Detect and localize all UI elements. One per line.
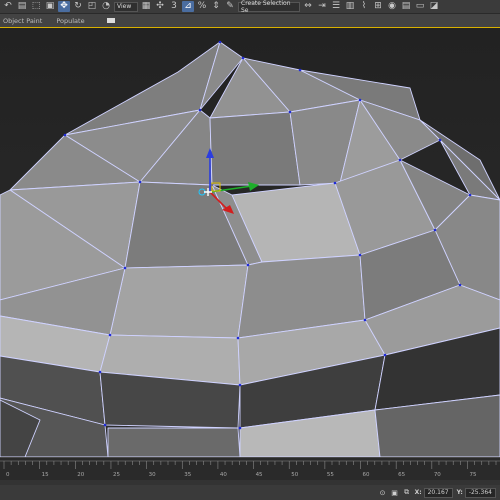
timeline-tick-label: 45: [256, 472, 263, 478]
named-selection-placeholder: Create Selection Se: [241, 0, 291, 14]
reference-coordinate-dropdown[interactable]: View: [114, 1, 138, 12]
rectangle-selection-icon[interactable]: ⬚: [30, 1, 42, 12]
window-crossing-icon[interactable]: ▣: [44, 1, 56, 12]
perspective-viewport[interactable]: [0, 28, 500, 457]
coordinate-y: Y: -25.364: [456, 487, 496, 498]
render-production-icon[interactable]: ◪: [428, 1, 440, 12]
named-selection-dropdown[interactable]: Create Selection Se: [238, 0, 300, 14]
render-setup-icon[interactable]: ▤: [400, 1, 412, 12]
timeline-tick-label: 55: [327, 472, 334, 478]
timeline-tick-label: 0: [6, 472, 10, 478]
schematic-view-icon[interactable]: ⊞: [372, 1, 384, 12]
select-and-move-icon[interactable]: ✥: [58, 1, 70, 12]
timeline-tick-label: 35: [184, 472, 191, 478]
ribbon-collapse-icon[interactable]: [106, 18, 115, 23]
select-and-rotate-icon[interactable]: ↻: [72, 1, 84, 12]
curve-editor-icon[interactable]: ⌇: [358, 1, 370, 12]
timeline-ruler: 0 15 20 25 30 35 40 45 50 55 60 65 70 75: [0, 460, 500, 486]
snaps-toggle-icon[interactable]: 3: [168, 1, 180, 12]
select-and-place-icon[interactable]: ◔: [100, 1, 112, 12]
absolute-transform-icon[interactable]: ⧉: [403, 488, 411, 497]
reference-coordinate-value: View: [117, 3, 132, 10]
toggle-ribbon-icon[interactable]: ▥: [344, 1, 356, 12]
lock-selection-icon[interactable]: ⊙: [379, 489, 387, 497]
timeline-tick-label: 50: [291, 472, 298, 478]
main-toolbar: ↶ ▤ ⬚ ▣ ✥ ↻ ◰ ◔ View ▦ ✣ 3 ⊿ % ⇕ ✎ Creat…: [0, 0, 500, 14]
percent-snap-icon[interactable]: %: [196, 1, 208, 12]
select-by-name-icon[interactable]: ▤: [16, 1, 28, 12]
timeline-tick-label: 60: [363, 472, 370, 478]
rendered-frame-icon[interactable]: ▭: [414, 1, 426, 12]
select-and-scale-icon[interactable]: ◰: [86, 1, 98, 12]
timeline-tick-label: 20: [77, 472, 84, 478]
y-label: Y:: [456, 489, 463, 496]
mirror-icon[interactable]: ⇔: [302, 1, 314, 12]
undo-icon[interactable]: ↶: [2, 1, 14, 12]
ribbon-bar: Object Paint Populate: [0, 14, 500, 27]
y-coordinate-field[interactable]: -25.364: [464, 487, 496, 498]
isolate-selection-icon[interactable]: ▣: [391, 489, 399, 497]
status-bar: ⊙ ▣ ⧉ X: 20.167 Y: -25.364: [0, 485, 500, 500]
x-coordinate-field[interactable]: 20.167: [423, 487, 453, 498]
align-icon[interactable]: ⇥: [316, 1, 328, 12]
material-editor-icon[interactable]: ◉: [386, 1, 398, 12]
coordinate-x: X: 20.167: [414, 487, 453, 498]
timeline-tick-label: 70: [434, 472, 441, 478]
timeline-tick-label: 40: [220, 472, 227, 478]
timeline-tick-label: 25: [113, 472, 120, 478]
timeline-tick-label: 65: [398, 472, 405, 478]
ribbon-tab-object-paint[interactable]: Object Paint: [3, 17, 42, 25]
timeline-tick-label: 15: [42, 472, 49, 478]
edit-named-selection-icon[interactable]: ✎: [224, 1, 236, 12]
spinner-snap-icon[interactable]: ⇕: [210, 1, 222, 12]
transform-gizmo-icon[interactable]: ✣: [154, 1, 166, 12]
timeline-tick-label: 30: [149, 472, 156, 478]
x-label: X:: [414, 489, 422, 496]
timeline-track-bar[interactable]: 0 15 20 25 30 35 40 45 50 55 60 65 70 75: [0, 457, 500, 486]
timeline-tick-label: 75: [469, 472, 476, 478]
pivot-center-icon[interactable]: ▦: [140, 1, 152, 12]
angle-snap-icon[interactable]: ⊿: [182, 1, 194, 12]
layer-explorer-icon[interactable]: ☰: [330, 1, 342, 12]
ribbon-tab-populate[interactable]: Populate: [56, 17, 84, 25]
